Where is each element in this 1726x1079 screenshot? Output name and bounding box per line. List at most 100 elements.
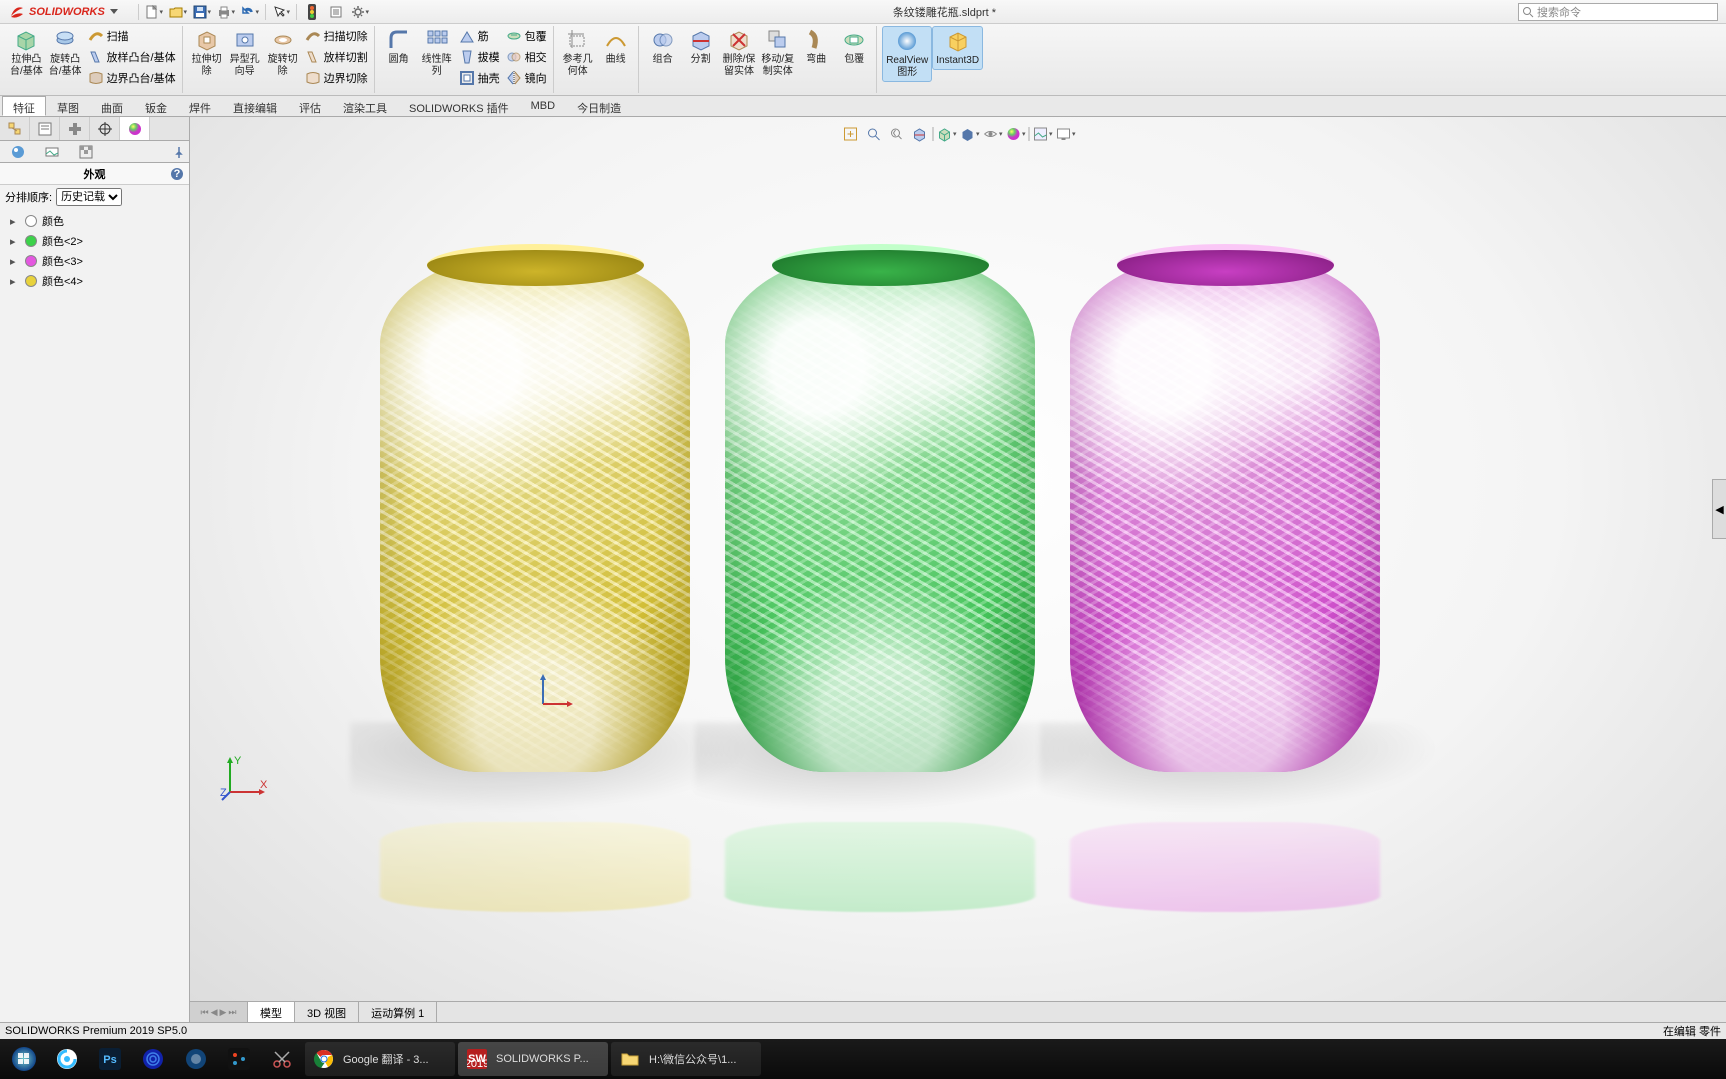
appearance-label: 颜色<4> [42,273,83,289]
appearance-item[interactable]: ▸颜色<3> [0,251,189,271]
swept-boss-button[interactable]: 扫描 [85,26,179,46]
tab-display-mgr[interactable] [120,117,150,140]
app-logo[interactable]: SOLIDWORKS [0,3,126,21]
taskbar-app-1[interactable] [47,1042,87,1076]
section-view-button[interactable] [910,124,930,144]
mirror-button[interactable]: 镜向 [503,68,550,88]
taskbar-window-chrome[interactable]: Google 翻译 - 3... [305,1042,455,1076]
linear-pattern-button[interactable]: 线性阵 列 [418,26,456,80]
instant3d-button[interactable]: Instant3D [932,26,983,70]
delete-keep-body-button[interactable]: 删除/保 留实体 [720,26,759,80]
curves-button[interactable]: 曲线 [597,26,635,68]
tab-feature-tree[interactable] [0,117,30,140]
taskbar-window-explorer[interactable]: H:\微信公众号\1... [611,1042,761,1076]
start-button[interactable] [4,1042,44,1076]
qat-new-button[interactable]: ▾ [143,2,165,22]
wrap2-button[interactable]: 包覆 [835,26,873,68]
reference-geometry-button[interactable]: 参考几 何体 [559,26,597,80]
tab-sw-addins[interactable]: SOLIDWORKS 插件 [398,96,520,116]
subtab-scene[interactable] [71,144,101,160]
tab-features[interactable]: 特征 [2,96,46,116]
flex-button[interactable]: 弯曲 [797,26,835,68]
cube-icon [14,28,38,52]
vp-tab-prev[interactable]: ◀ [211,1007,218,1018]
shell-button[interactable]: 抽壳 [456,68,503,88]
title-bar: SOLIDWORKS ▾ ▾ ▾ ▾ ▾ ▾ ▾ 条纹镂雕花瓶.sldprt *… [0,0,1726,24]
combine-button[interactable]: 组合 [644,26,682,68]
split-button[interactable]: 分割 [682,26,720,68]
qat-settings-button[interactable]: ▾ [349,2,371,22]
zoom-area-button[interactable] [864,124,884,144]
pin-icon[interactable] [172,145,186,159]
view-settings-button[interactable]: ▾ [1056,124,1076,144]
task-pane-flyout[interactable]: ◀ [1712,479,1726,539]
intersect-button[interactable]: 相交 [503,47,550,67]
appearance-sphere-icon [127,121,143,137]
tab-property-mgr[interactable] [30,117,60,140]
qat-traffic-light-icon[interactable] [301,2,323,22]
taskbar-window-solidworks[interactable]: SW2019SOLIDWORKS P... [458,1042,608,1076]
previous-view-button[interactable] [887,124,907,144]
vp-tab-last[interactable]: ⏭ [228,1007,236,1018]
qat-select-button[interactable]: ▾ [270,2,292,22]
revolve-cut-button[interactable]: 旋转切 除 [264,26,302,80]
boundary-cut-button[interactable]: 边界切除 [302,68,371,88]
vp-tab-next[interactable]: ▶ [220,1007,227,1018]
search-command-input[interactable]: 搜索命令 [1518,3,1718,21]
extrude-cut-button[interactable]: 拉伸切 除 [188,26,226,80]
appearance-item[interactable]: ▸颜色<2> [0,231,189,251]
tab-mbd[interactable]: MBD [520,96,566,116]
sort-order-select[interactable]: 历史记载 [56,188,122,206]
fillet-button[interactable]: 圆角 [380,26,418,68]
tab-surfaces[interactable]: 曲面 [90,96,134,116]
vp-tab-model[interactable]: 模型 [248,1002,295,1022]
appearance-item[interactable]: ▸颜色 [0,211,189,231]
appearance-item[interactable]: ▸颜色<4> [0,271,189,291]
move-copy-body-button[interactable]: 移动/复 制实体 [758,26,797,80]
realview-button[interactable]: RealView 图形 [882,26,932,82]
taskbar-app-3[interactable] [176,1042,216,1076]
tab-evaluate[interactable]: 评估 [288,96,332,116]
qat-open-button[interactable]: ▾ [167,2,189,22]
vp-tab-first[interactable]: ⏮ [200,1007,208,1018]
qat-undo-button[interactable]: ▾ [239,2,261,22]
tab-today-manufacture[interactable]: 今日制造 [566,96,632,116]
wrap-button[interactable]: 包覆 [503,26,550,46]
taskbar-app-4[interactable] [219,1042,259,1076]
subtab-decal[interactable] [37,144,67,160]
solidworks-icon [8,3,26,21]
lofted-boss-button[interactable]: 放样凸台/基体 [85,47,179,67]
vp-tab-motion[interactable]: 运动算例 1 [359,1002,437,1022]
taskbar-app-2[interactable] [133,1042,173,1076]
taskbar-app-photoshop[interactable]: Ps [90,1042,130,1076]
tab-weldments[interactable]: 焊件 [178,96,222,116]
vp-tab-3dview[interactable]: 3D 视图 [295,1002,359,1022]
tab-dimxpert[interactable] [90,117,120,140]
hide-show-button[interactable]: ▾ [983,124,1003,144]
swept-cut-button[interactable]: 扫描切除 [302,26,371,46]
help-icon[interactable]: ? [170,167,184,181]
revolve-boss-button[interactable]: 旋转凸 台/基体 [46,26,85,80]
zoom-fit-button[interactable] [841,124,861,144]
boundary-boss-button[interactable]: 边界凸台/基体 [85,68,179,88]
apply-scene-button[interactable]: ▾ [1033,124,1053,144]
qat-options-button[interactable] [325,2,347,22]
draft-button[interactable]: 拔模 [456,47,503,67]
taskbar-app-snip[interactable] [262,1042,302,1076]
tab-sketch[interactable]: 草图 [46,96,90,116]
hole-wizard-button[interactable]: 异型孔 向导 [226,26,264,80]
graphics-viewport[interactable]: ▾ ▾ ▾ ▾ ▾ ▾ Y X Z ◀ [190,117,1726,1022]
subtab-appearance[interactable] [3,144,33,160]
qat-print-button[interactable]: ▾ [215,2,237,22]
display-style-button[interactable]: ▾ [960,124,980,144]
tab-sheetmetal[interactable]: 钣金 [134,96,178,116]
edit-appearance-button[interactable]: ▾ [1006,124,1026,144]
tab-config-mgr[interactable] [60,117,90,140]
rib-button[interactable]: 筋 [456,26,503,46]
qat-save-button[interactable]: ▾ [191,2,213,22]
extrude-boss-button[interactable]: 拉伸凸 台/基体 [7,26,46,80]
tab-render-tools[interactable]: 渲染工具 [332,96,398,116]
lofted-cut-button[interactable]: 放样切割 [302,47,371,67]
view-orientation-button[interactable]: ▾ [937,124,957,144]
tab-direct-editing[interactable]: 直接编辑 [222,96,288,116]
